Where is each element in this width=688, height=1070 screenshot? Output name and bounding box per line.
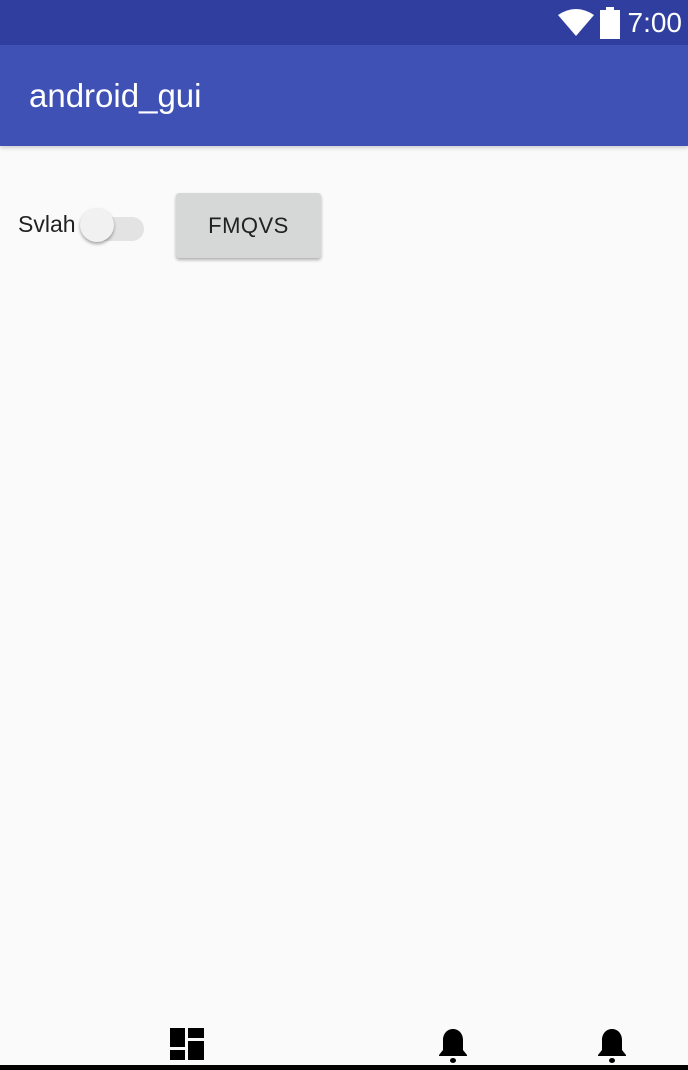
app-title: android_gui	[29, 77, 202, 114]
bell-icon[interactable]	[596, 1028, 628, 1064]
wifi-icon	[557, 8, 594, 37]
status-icons: 7:00	[557, 0, 683, 45]
dashboard-icon[interactable]	[170, 1028, 204, 1060]
battery-icon	[599, 6, 620, 39]
svlah-switch[interactable]	[80, 208, 146, 242]
nav-bottom-line	[0, 1065, 688, 1070]
switch-label: Svlah	[18, 211, 76, 237]
bottom-nav	[0, 1015, 688, 1070]
switch-thumb[interactable]	[80, 208, 114, 242]
bell-icon[interactable]	[437, 1028, 469, 1064]
status-time: 7:00	[627, 7, 683, 38]
fmqvs-button[interactable]: FMQVS	[176, 193, 321, 258]
status-bar: 7:00	[0, 0, 688, 45]
app-bar: android_gui	[0, 45, 688, 146]
